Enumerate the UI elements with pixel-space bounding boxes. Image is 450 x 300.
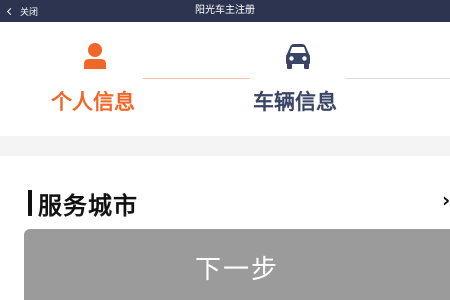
- person-icon: [84, 43, 106, 69]
- section-title: 服务城市: [38, 192, 138, 220]
- navigation-bar: 关闭 阳光车主注册: [0, 0, 450, 22]
- next-step-label: 下一步: [194, 255, 279, 285]
- chevron-right-icon[interactable]: ›: [442, 188, 450, 212]
- registration-steps: 个人信息 车辆信息: [0, 22, 450, 136]
- section-accent-bar: [28, 190, 32, 216]
- step-personal-info[interactable]: 个人信息: [51, 86, 135, 116]
- step-connector: [143, 78, 250, 79]
- car-icon: [286, 44, 310, 69]
- step-vehicle-info[interactable]: 车辆信息: [253, 86, 337, 116]
- section-divider: [0, 136, 450, 156]
- step-connector-right: [345, 78, 450, 79]
- page-title: 阳光车主注册: [195, 5, 255, 16]
- next-step-button[interactable]: 下一步: [24, 229, 450, 300]
